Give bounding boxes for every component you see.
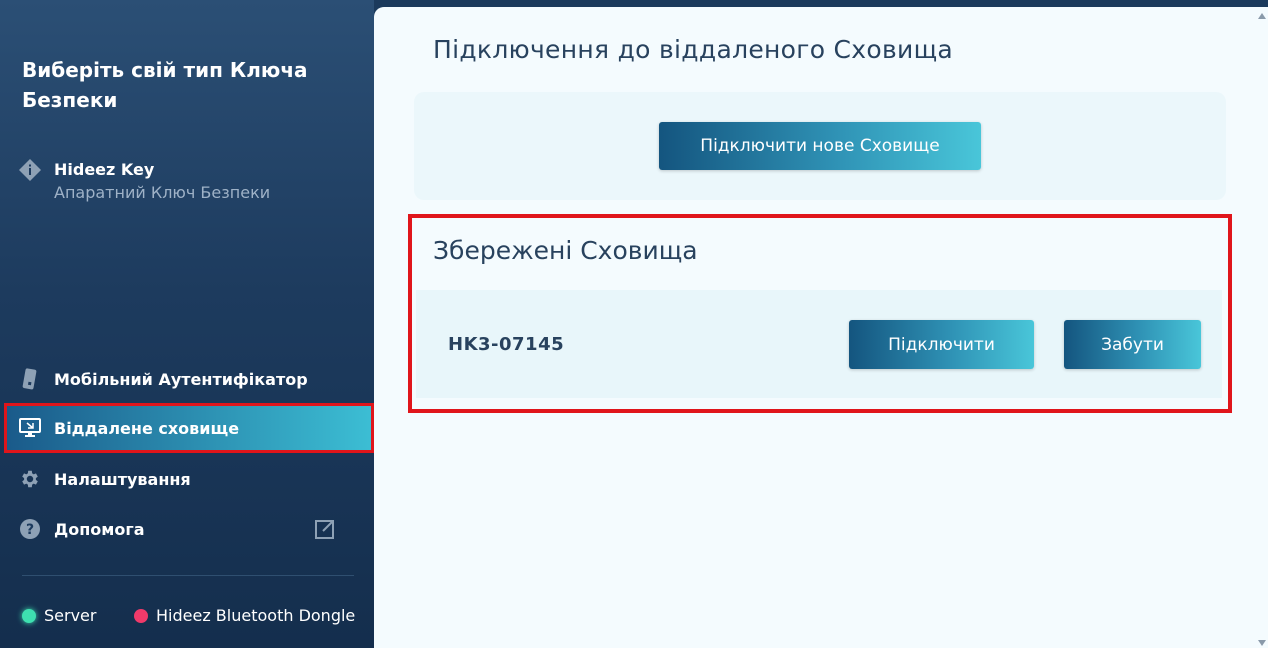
status-label: Server [44,606,97,625]
sidebar: Виберіть свій тип Ключа Безпеки Hideez K… [0,0,374,648]
connect-new-vault-button[interactable]: Підключити нове Сховище [659,122,981,170]
nav-label: Мобільний Аутентифікатор [54,369,308,389]
status-dot [22,608,36,623]
sidebar-title: Виберіть свій тип Ключа Безпеки [22,58,308,112]
saved-vaults-section: Збережені Сховища HK3-07145 Підключити З… [408,214,1232,413]
page-title: Підключення до віддаленого Сховища [433,35,954,64]
key-info-icon [18,158,42,182]
phone-icon [18,367,42,391]
external-link-icon[interactable] [314,518,336,540]
svg-text:?: ? [26,522,34,538]
dongle-status: Hideez Bluetooth Dongle [134,606,355,625]
connect-vault-button[interactable]: Підключити [849,320,1034,369]
nav-help[interactable]: ? Допомога [6,506,372,552]
nav-label: Віддалене сховище [54,418,240,438]
hideez-key-item[interactable]: Hideez Key Апаратний Ключ Безпеки [18,158,270,204]
nav-label: Налаштування [54,469,191,489]
nav-settings[interactable]: Налаштування [6,456,372,502]
monitor-icon [18,416,42,440]
key-name: Hideez Key [54,160,155,179]
saved-vaults-title: Збережені Сховища [433,236,698,265]
nav-remote-vault[interactable]: Віддалене сховище [4,403,374,453]
status-label: Hideez Bluetooth Dongle [156,606,356,625]
vault-row: HK3-07145 Підключити Забути [416,290,1222,398]
gear-icon [18,467,42,491]
help-icon: ? [18,517,42,541]
vault-name: HK3-07145 [448,334,565,355]
connect-card: Підключити нове Сховище [414,92,1226,200]
server-status: Server [22,606,96,625]
status-dot [134,608,148,623]
nav-label: Допомога [54,519,145,539]
forget-vault-button[interactable]: Забути [1064,320,1201,369]
nav-mobile-authenticator[interactable]: Мобільний Аутентифікатор [6,356,372,402]
scroll-down-arrow-icon[interactable] [1258,640,1266,646]
key-subtitle: Апаратний Ключ Безпеки [54,183,271,202]
sidebar-divider [22,575,354,576]
scroll-up-arrow-icon[interactable] [1258,13,1266,19]
main-panel: Підключення до віддаленого Сховища Підкл… [374,7,1268,648]
